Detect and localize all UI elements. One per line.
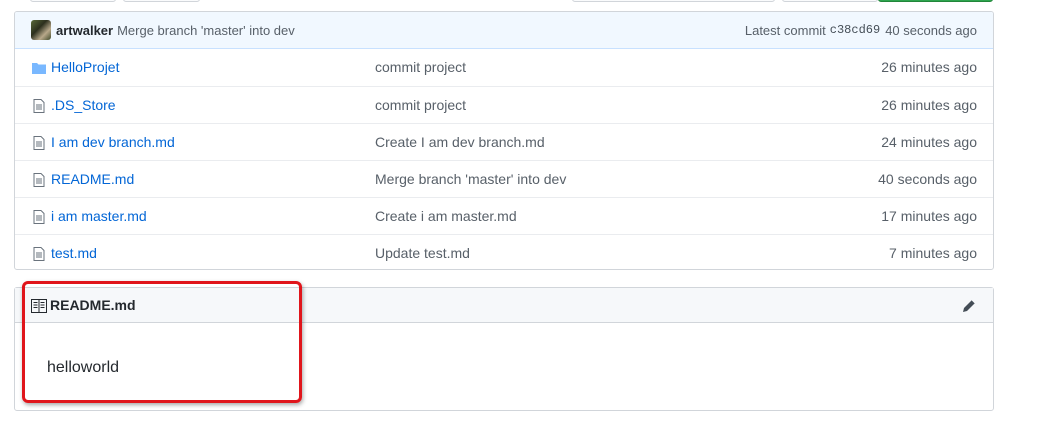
file-commit-message[interactable]: Merge branch 'master' into dev xyxy=(375,171,566,187)
file-browser: artwalker Merge branch 'master' into dev… xyxy=(14,11,994,270)
file-icon xyxy=(33,173,45,187)
file-commit-message[interactable]: Create I am dev branch.md xyxy=(375,134,545,150)
commit-age: 40 seconds ago xyxy=(885,22,977,38)
find-file-button[interactable] xyxy=(782,0,878,2)
file-age: 26 minutes ago xyxy=(881,59,977,75)
file-name-link[interactable]: README.md xyxy=(51,171,134,187)
clone-download-button[interactable] xyxy=(878,0,993,2)
file-row-readme[interactable]: README.md Merge branch 'master' into dev… xyxy=(15,160,993,197)
file-age: 24 minutes ago xyxy=(881,134,977,150)
file-icon xyxy=(33,136,45,150)
file-name-link[interactable]: .DS_Store xyxy=(51,97,116,113)
latest-commit-label: Latest commit xyxy=(744,22,826,38)
file-row-ds-store[interactable]: .DS_Store commit project 26 minutes ago xyxy=(15,86,993,123)
file-row-i-am-dev-branch[interactable]: I am dev branch.md Create I am dev branc… xyxy=(15,123,993,160)
file-age: 40 seconds ago xyxy=(878,171,977,187)
file-commit-message[interactable]: Update test.md xyxy=(375,245,470,261)
file-name-link[interactable]: HelloProjet xyxy=(51,59,119,75)
new-pull-request-button[interactable] xyxy=(123,0,200,2)
file-commit-message[interactable]: commit project xyxy=(375,59,466,75)
file-name-link[interactable]: i am master.md xyxy=(51,208,147,224)
folder-icon xyxy=(32,63,46,74)
file-row-i-am-master[interactable]: i am master.md Create i am master.md 17 … xyxy=(15,197,993,234)
file-commit-message[interactable]: commit project xyxy=(375,97,466,113)
avatar[interactable] xyxy=(31,20,51,40)
file-age: 26 minutes ago xyxy=(881,97,977,113)
latest-commit-bar: artwalker Merge branch 'master' into dev… xyxy=(15,12,993,49)
commit-author-link[interactable]: artwalker xyxy=(56,23,113,38)
commit-message-link[interactable]: Merge branch 'master' into dev xyxy=(117,23,295,38)
file-icon xyxy=(33,210,45,224)
file-commit-message[interactable]: Create i am master.md xyxy=(375,208,517,224)
commit-sha-link[interactable]: c38cd69 xyxy=(830,23,880,37)
file-age: 17 minutes ago xyxy=(881,208,977,224)
file-name-link[interactable]: I am dev branch.md xyxy=(51,134,175,150)
file-name-link[interactable]: test.md xyxy=(51,245,97,261)
file-list: HelloProjet commit project 26 minutes ag… xyxy=(15,49,993,269)
file-icon xyxy=(33,99,45,113)
file-row-test[interactable]: test.md Update test.md 7 minutes ago xyxy=(15,234,993,269)
annotation-highlight-box xyxy=(22,281,302,403)
file-icon xyxy=(33,247,45,261)
pencil-icon[interactable] xyxy=(961,298,977,314)
file-age: 7 minutes ago xyxy=(889,245,977,261)
file-row-helloprojet[interactable]: HelloProjet commit project 26 minutes ag… xyxy=(15,49,993,86)
toolbar-button[interactable] xyxy=(572,0,775,2)
branch-select-button[interactable] xyxy=(30,0,116,2)
